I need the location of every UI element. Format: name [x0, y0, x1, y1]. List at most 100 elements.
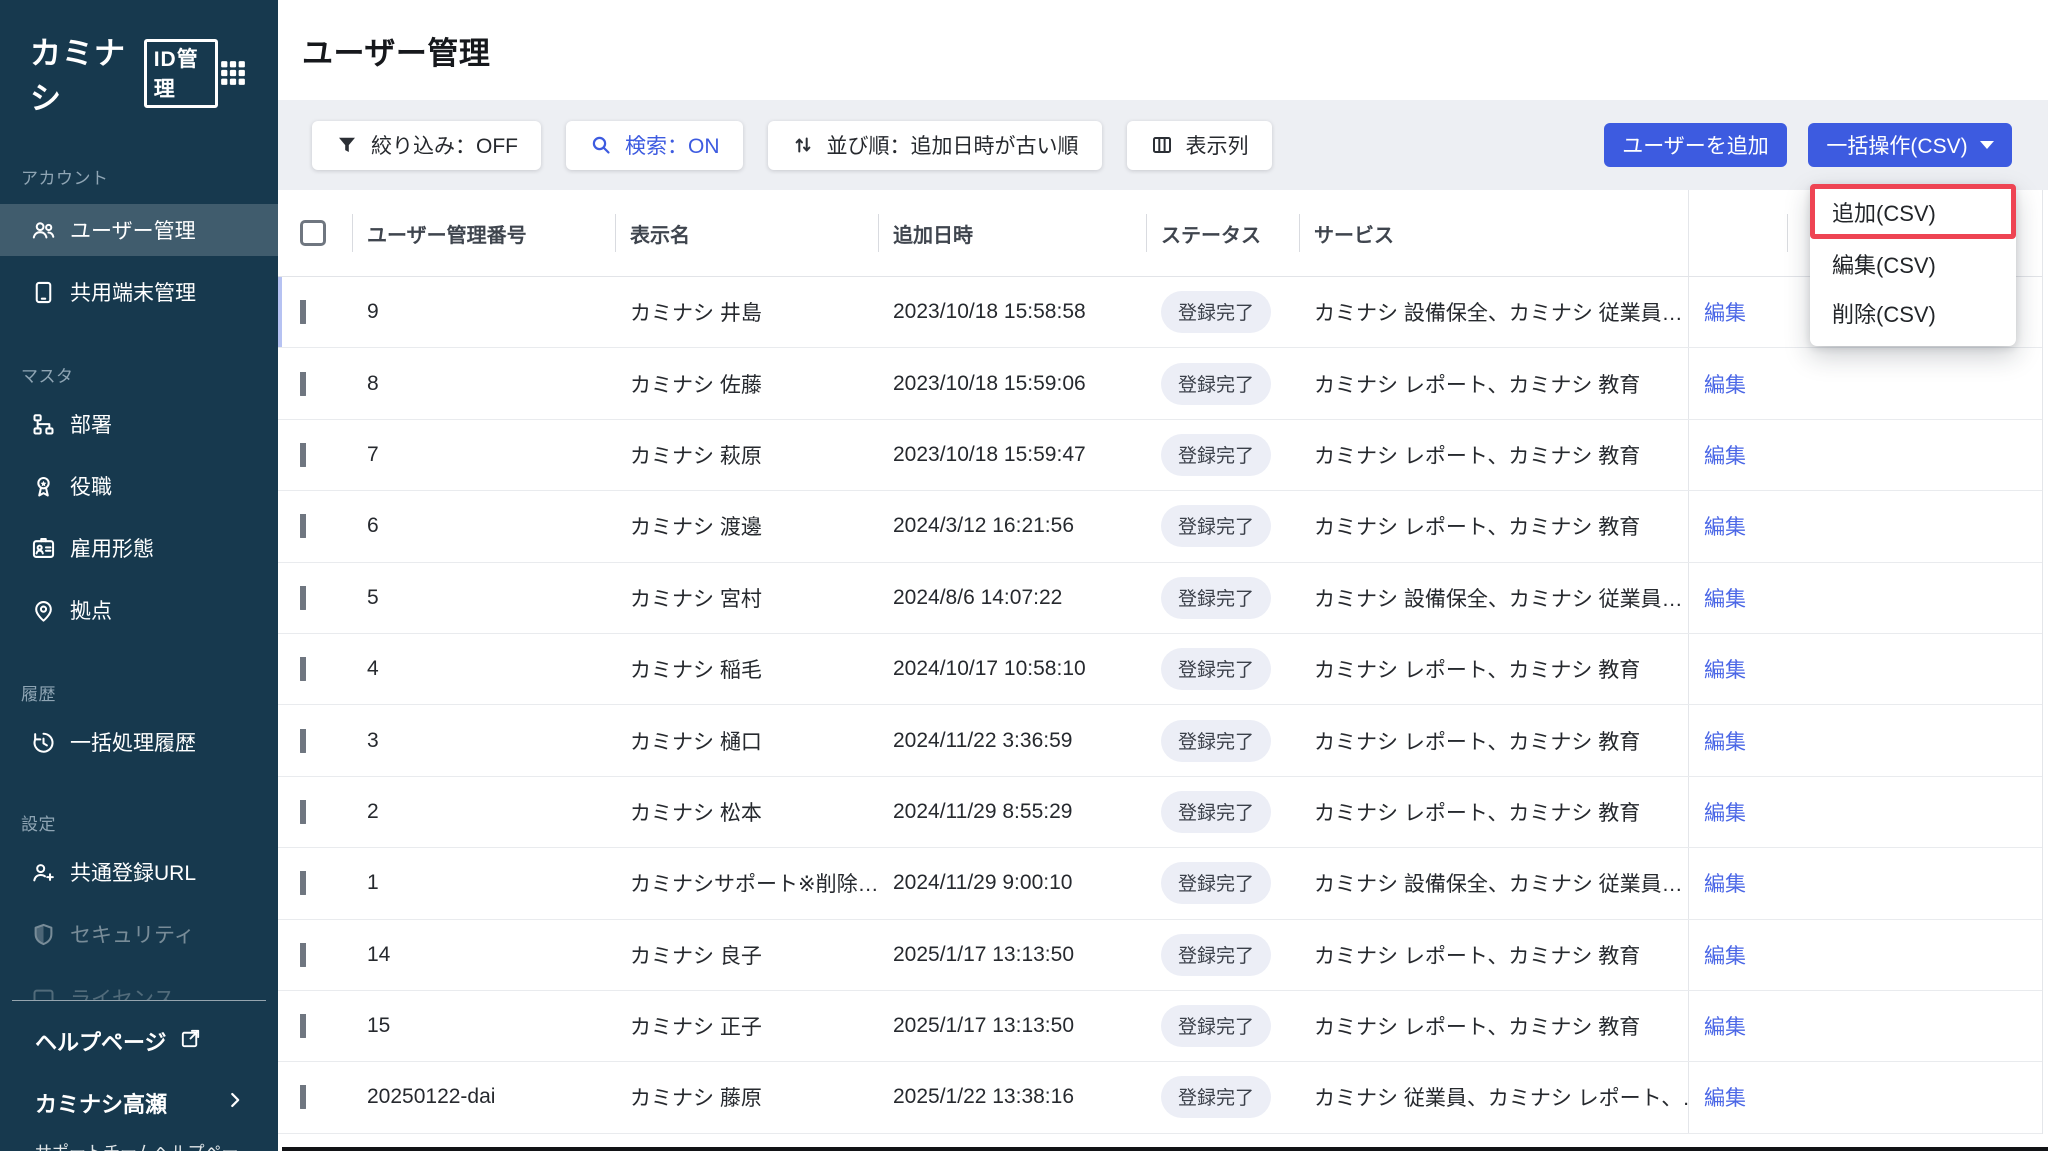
- table-row: 20250122-dai カミナシ 藤原 2025/1/22 13:38:16 …: [278, 1062, 2042, 1133]
- bulk-operation-menu: 追加(CSV) 編集(CSV) 削除(CSV): [1810, 184, 2016, 346]
- status-badge: 登録完了: [1161, 934, 1271, 976]
- bulk-operation-button[interactable]: 一括操作(CSV): [1808, 123, 2012, 167]
- row-checkbox[interactable]: [300, 514, 306, 538]
- sidebar-item-label: 役職: [70, 471, 112, 501]
- cell-name: カミナシ 宮村: [615, 583, 878, 613]
- row-checkbox[interactable]: [300, 300, 306, 324]
- sidebar-item-shared-device-management[interactable]: 共用端末管理: [0, 266, 278, 318]
- columns-button[interactable]: 表示列: [1127, 121, 1272, 170]
- edit-link[interactable]: 編集: [1704, 440, 1746, 470]
- row-checkbox[interactable]: [300, 800, 306, 824]
- sidebar-item-label: ユーザー管理: [70, 215, 196, 245]
- row-checkbox[interactable]: [300, 1014, 306, 1038]
- sidebar-item-label: 共用端末管理: [70, 277, 196, 307]
- sidebar-item-batch-history[interactable]: 一括処理履歴: [0, 716, 278, 768]
- edit-link[interactable]: 編集: [1704, 868, 1746, 898]
- license-icon: [30, 985, 57, 1001]
- brand-logo-badge: ID管理: [144, 39, 218, 108]
- table-row: 6 カミナシ 渡邊 2024/3/12 16:21:56 登録完了 カミナシ レ…: [278, 491, 2042, 562]
- sidebar-item-employment-type[interactable]: 雇用形態: [0, 522, 278, 574]
- status-badge: 登録完了: [1161, 1005, 1271, 1047]
- sidebar-item-common-registration-url[interactable]: 共通登録URL: [0, 846, 278, 898]
- filter-button[interactable]: 絞り込み：OFF: [312, 121, 541, 170]
- org-chart-icon: [30, 411, 57, 438]
- cell-id: 6: [352, 514, 615, 538]
- cell-name: カミナシ 萩原: [615, 440, 878, 470]
- table-row: 7 カミナシ 萩原 2023/10/18 15:59:47 登録完了 カミナシ …: [278, 420, 2042, 491]
- row-checkbox[interactable]: [300, 729, 306, 753]
- status-badge: 登録完了: [1161, 291, 1271, 333]
- sidebar-item-location[interactable]: 拠点: [0, 584, 278, 636]
- search-button[interactable]: 検索：ON: [566, 121, 743, 170]
- header-edit: [1688, 190, 1787, 276]
- row-checkbox[interactable]: [300, 871, 306, 895]
- sidebar-item-label: 雇用形態: [70, 533, 154, 563]
- add-user-button[interactable]: ユーザーを追加: [1604, 123, 1787, 167]
- sort-button[interactable]: 並び順：追加日時が古い順: [768, 121, 1102, 170]
- header-services: サービス: [1299, 190, 1688, 276]
- add-user-button-label: ユーザーを追加: [1622, 130, 1769, 160]
- table-row: 15 カミナシ 正子 2025/1/17 13:13:50 登録完了 カミナシ …: [278, 991, 2042, 1062]
- header-added: 追加日時: [878, 190, 1146, 276]
- edit-link[interactable]: 編集: [1704, 583, 1746, 613]
- help-page-link[interactable]: ヘルプページ: [35, 1025, 248, 1057]
- cell-id: 9: [352, 300, 615, 324]
- columns-icon: [1150, 133, 1174, 157]
- cell-name: カミナシ 渡邊: [615, 511, 878, 541]
- app-grid-icon[interactable]: [218, 58, 248, 88]
- account-switcher[interactable]: カミナシ高瀬: [35, 1087, 248, 1119]
- sidebar-item-user-management[interactable]: ユーザー管理: [0, 204, 278, 256]
- cell-added: 2023/10/18 15:59:47: [878, 443, 1146, 467]
- row-checkbox[interactable]: [300, 657, 306, 681]
- table-row: 5 カミナシ 宮村 2024/8/6 14:07:22 登録完了 カミナシ 設備…: [278, 563, 2042, 634]
- tablet-icon: [30, 279, 57, 306]
- row-checkbox[interactable]: [300, 586, 306, 610]
- row-checkbox[interactable]: [300, 1085, 306, 1109]
- edit-link[interactable]: 編集: [1704, 369, 1746, 399]
- cell-services: カミナシ レポート、カミナシ 教育: [1299, 1011, 1688, 1041]
- status-badge: 登録完了: [1161, 648, 1271, 690]
- table-row: 14 カミナシ 良子 2025/1/17 13:13:50 登録完了 カミナシ …: [278, 920, 2042, 991]
- status-badge: 登録完了: [1161, 720, 1271, 762]
- cell-name: カミナシ 松本: [615, 797, 878, 827]
- table-row: 1 カミナシサポート※削除… 2024/11/29 9:00:10 登録完了 カ…: [278, 848, 2042, 919]
- sidebar-item-label: 部署: [70, 409, 112, 439]
- status-badge: 登録完了: [1161, 363, 1271, 405]
- columns-button-label: 表示列: [1186, 130, 1249, 160]
- edit-link[interactable]: 編集: [1704, 1082, 1746, 1112]
- cell-added: 2024/3/12 16:21:56: [878, 514, 1146, 538]
- external-link-icon: [179, 1027, 202, 1056]
- cell-id: 3: [352, 729, 615, 753]
- edit-link[interactable]: 編集: [1704, 940, 1746, 970]
- sidebar-section-account: アカウント: [0, 164, 278, 189]
- sidebar-item-department[interactable]: 部署: [0, 398, 278, 450]
- header-select-all: [278, 190, 352, 276]
- cell-services: カミナシ レポート、カミナシ 教育: [1299, 726, 1688, 756]
- cell-added: 2024/11/22 3:36:59: [878, 729, 1146, 753]
- edit-link[interactable]: 編集: [1704, 1011, 1746, 1041]
- bulk-operation-button-label: 一括操作(CSV): [1826, 130, 1967, 160]
- cell-name: カミナシ 正子: [615, 1011, 878, 1041]
- table-row: 9 カミナシ 井島 2023/10/18 15:58:58 登録完了 カミナシ …: [278, 277, 2042, 348]
- edit-link[interactable]: 編集: [1704, 297, 1746, 327]
- cell-services: カミナシ レポート、カミナシ 教育: [1299, 440, 1688, 470]
- menu-item-delete-csv[interactable]: 削除(CSV): [1810, 288, 2016, 337]
- row-checkbox[interactable]: [300, 443, 306, 467]
- select-all-checkbox[interactable]: [300, 220, 326, 246]
- cell-name: カミナシサポート※削除…: [615, 868, 878, 898]
- edit-link[interactable]: 編集: [1704, 726, 1746, 756]
- menu-item-edit-csv[interactable]: 編集(CSV): [1810, 239, 2016, 288]
- row-checkbox[interactable]: [300, 943, 306, 967]
- edit-link[interactable]: 編集: [1704, 511, 1746, 541]
- menu-item-add-csv[interactable]: 追加(CSV): [1810, 184, 2016, 239]
- row-checkbox[interactable]: [300, 372, 306, 396]
- cell-services: カミナシ 設備保全、カミナシ 従業員…: [1299, 868, 1688, 898]
- cell-added: 2025/1/22 13:38:16: [878, 1085, 1146, 1109]
- cell-services: カミナシ レポート、カミナシ 教育: [1299, 940, 1688, 970]
- edit-link[interactable]: 編集: [1704, 654, 1746, 684]
- edit-link[interactable]: 編集: [1704, 797, 1746, 827]
- sidebar-item-position[interactable]: 役職: [0, 460, 278, 512]
- table-row: 3 カミナシ 樋口 2024/11/22 3:36:59 登録完了 カミナシ レ…: [278, 705, 2042, 776]
- search-button-label: 検索：ON: [625, 130, 720, 160]
- sidebar-footer: ヘルプページ カミナシ高瀬 サポートチームヘルプページ環境: [0, 1001, 278, 1151]
